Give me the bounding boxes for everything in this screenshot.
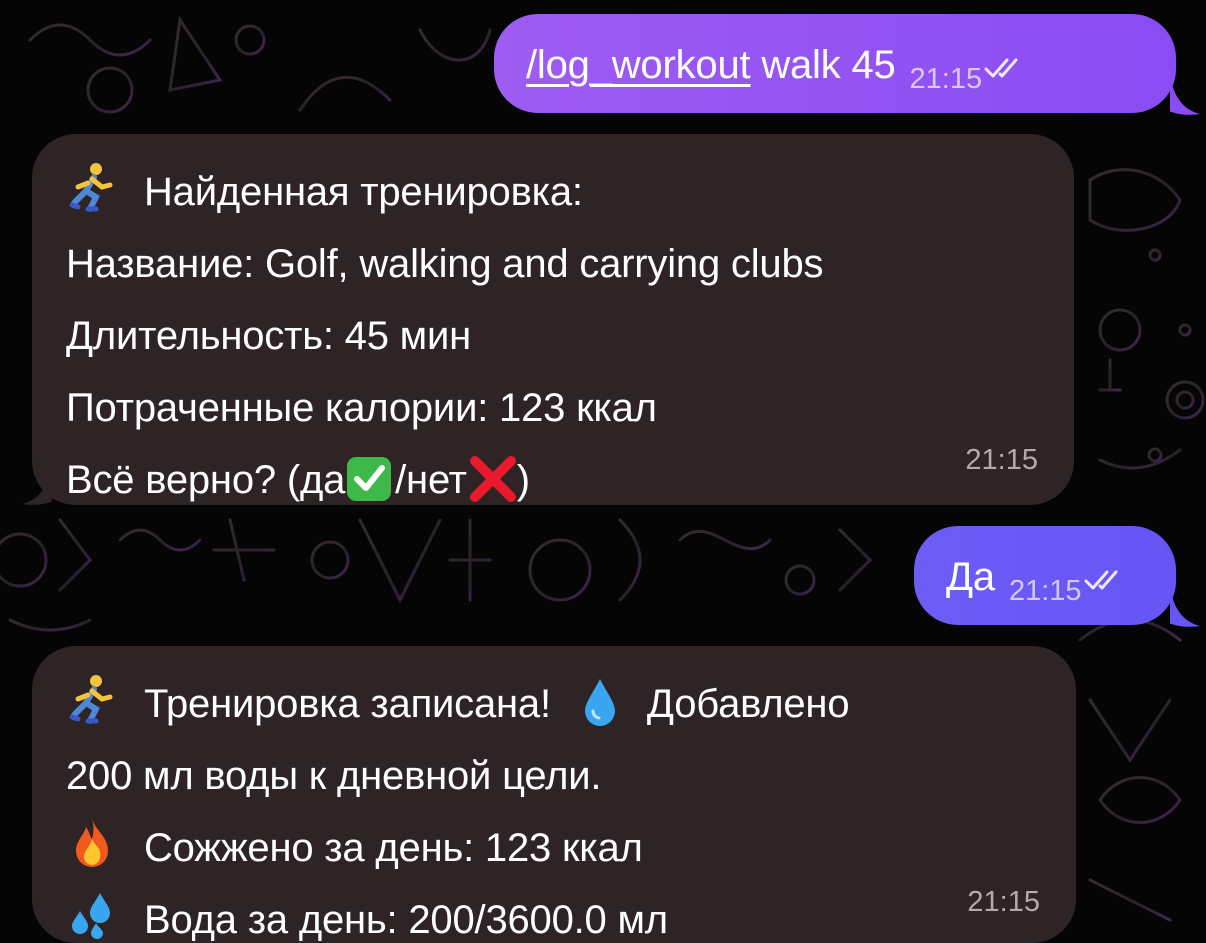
incoming-message-workout-logged[interactable]: Тренировка записана! Добавлено 200 мл вод… — [32, 646, 1076, 943]
message-text: Добавлено — [646, 682, 850, 726]
cross-mark-icon — [467, 453, 517, 503]
message-text: Да — [946, 555, 995, 599]
fire-icon — [66, 817, 118, 869]
message-time: 21:15 — [965, 444, 1038, 476]
message-text: Вода за день: 200/3600.0 мл — [144, 898, 668, 942]
runner-icon — [66, 673, 118, 725]
message-line: Тренировка записана! Добавлено — [66, 668, 1048, 740]
message-text: Потраченные калории: 123 ккал — [66, 386, 657, 430]
message-text: 200 мл воды к дневной цели. — [66, 754, 602, 798]
sweat-droplets-icon — [66, 889, 118, 941]
message-text: Найденная тренировка: — [144, 170, 583, 214]
incoming-message-workout-found[interactable]: Найденная тренировка: Название: Golf, wa… — [32, 134, 1074, 505]
chat-history[interactable]: /log_workout walk 45 21:15 Найденная трен… — [0, 0, 1206, 943]
runner-icon — [66, 161, 118, 213]
message-line: Сожжено за день: 123 ккал — [66, 812, 1048, 884]
bot-command-link[interactable]: /log_workout — [526, 43, 751, 87]
message-line: Название: Golf, walking and carrying clu… — [66, 228, 1046, 300]
droplet-icon — [575, 677, 625, 727]
double-check-read-icon — [1084, 570, 1118, 590]
message-text: /нет — [395, 458, 467, 502]
message-text: walk 45 — [750, 43, 896, 87]
outgoing-message-confirm[interactable]: Да 21:15 — [914, 526, 1176, 625]
message-text: Тренировка записана! — [144, 682, 551, 726]
message-text: Название: Golf, walking and carrying clu… — [66, 242, 824, 286]
message-time: 21:15 — [909, 63, 983, 95]
message-text: Всё верно? (да — [66, 458, 346, 502]
check-mark-button-icon — [345, 453, 395, 503]
message-line: Вода за день: 200/3600.0 мл — [66, 884, 1048, 943]
message-line: Найденная тренировка: — [66, 156, 1046, 228]
double-check-read-icon — [984, 58, 1018, 78]
outgoing-message-command[interactable]: /log_workout walk 45 21:15 — [494, 14, 1176, 113]
message-text: Сожжено за день: 123 ккал — [144, 826, 643, 870]
bubble-tail — [1170, 588, 1200, 627]
message-line: Длительность: 45 мин — [66, 300, 1046, 372]
bubble-tail — [22, 466, 52, 505]
message-line: 200 мл воды к дневной цели. — [66, 740, 1048, 812]
message-text: Длительность: 45 мин — [66, 314, 472, 358]
message-line: Всё верно? (да/нет) — [66, 444, 1046, 516]
message-time: 21:15 — [1008, 575, 1082, 607]
message-time: 21:15 — [967, 886, 1040, 918]
bubble-tail — [1170, 76, 1200, 115]
message-text: ) — [516, 458, 530, 502]
message-line: Потраченные калории: 123 ккал — [66, 372, 1046, 444]
